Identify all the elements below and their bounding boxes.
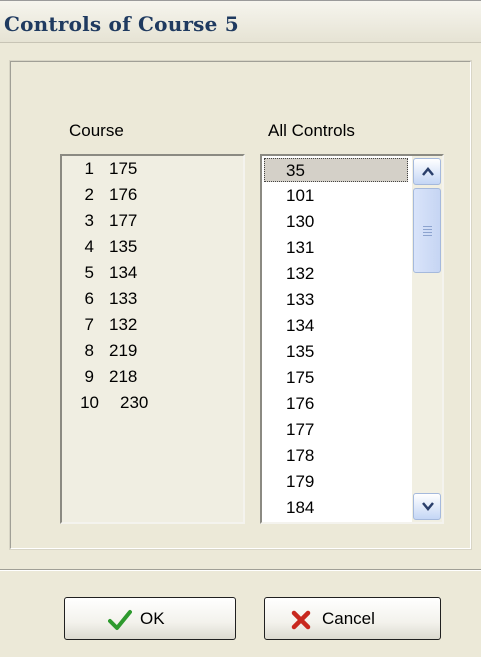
all-controls-label: All Controls [268, 121, 355, 140]
window-title: Controls of Course 5 [4, 12, 239, 36]
course-row-code: 132 [109, 315, 138, 334]
thumb-grip-line [423, 232, 432, 233]
scroll-down-button[interactable] [413, 493, 441, 520]
course-row-number: 1 [84, 159, 94, 178]
title-bar[interactable]: Controls of Course 5 [0, 1, 481, 43]
all-controls-item[interactable]: 130 [286, 210, 314, 234]
course-row-code: 134 [109, 263, 138, 282]
course-row-number: 6 [84, 289, 94, 308]
all-controls-item[interactable]: 175 [286, 366, 314, 390]
all-controls-item[interactable]: 177 [286, 418, 314, 442]
course-row-code: 175 [109, 159, 138, 178]
thumb-grip-line [423, 235, 432, 236]
course-row-code: 135 [109, 237, 138, 256]
course-row-code: 176 [109, 185, 138, 204]
thumb-grip-line [423, 229, 432, 230]
course-row-number: 7 [84, 315, 94, 334]
all-controls-item[interactable]: 184 [286, 496, 314, 520]
all-controls-item[interactable]: 131 [286, 236, 314, 260]
course-row-code: 219 [109, 341, 138, 360]
all-controls-list[interactable]: 35 101 130 131 132 133 134 135 175 176 1… [260, 154, 444, 524]
scroll-up-button[interactable] [413, 158, 441, 185]
cancel-button[interactable]: Cancel [264, 597, 441, 640]
chevron-down-icon [422, 502, 434, 511]
scrollbar-thumb[interactable] [413, 188, 441, 273]
ok-button[interactable]: OK [64, 597, 236, 640]
course-row-code: 230 [120, 393, 149, 412]
all-controls-item[interactable]: 179 [286, 470, 314, 494]
dialog-window: Controls of Course 5 Course All Controls… [0, 0, 481, 657]
course-row-number: 3 [84, 211, 94, 230]
x-icon [291, 610, 311, 635]
course-row-number: 8 [84, 341, 94, 360]
all-controls-item[interactable]: 135 [286, 340, 314, 364]
all-controls-item[interactable]: 101 [286, 184, 314, 208]
footer-separator [0, 569, 481, 571]
all-controls-item[interactable]: 134 [286, 314, 314, 338]
course-row-number: 2 [84, 185, 94, 204]
thumb-grip-line [423, 226, 432, 227]
chevron-up-icon [422, 167, 434, 176]
all-controls-item[interactable]: 178 [286, 444, 314, 468]
check-icon [108, 609, 132, 636]
ok-button-label: OK [140, 609, 165, 628]
course-row-number: 10 [80, 393, 99, 412]
course-row-code: 218 [109, 367, 138, 386]
all-controls-item-selected[interactable]: 35 [264, 158, 408, 182]
course-list[interactable]: 1 175 2 176 3 177 4 135 5 134 6 133 7 132 8 219 … [60, 154, 245, 524]
all-controls-item[interactable]: 133 [286, 288, 314, 312]
course-row-code: 133 [109, 289, 138, 308]
course-row-code: 177 [109, 211, 138, 230]
course-row-number: 4 [84, 237, 94, 256]
course-row-number: 5 [84, 263, 94, 282]
all-controls-item[interactable]: 176 [286, 392, 314, 416]
course-list-label: Course [69, 121, 124, 140]
cancel-button-label: Cancel [322, 609, 375, 628]
all-controls-item[interactable]: 132 [286, 262, 314, 286]
vertical-scrollbar[interactable] [412, 156, 442, 522]
course-row-number: 9 [84, 367, 94, 386]
